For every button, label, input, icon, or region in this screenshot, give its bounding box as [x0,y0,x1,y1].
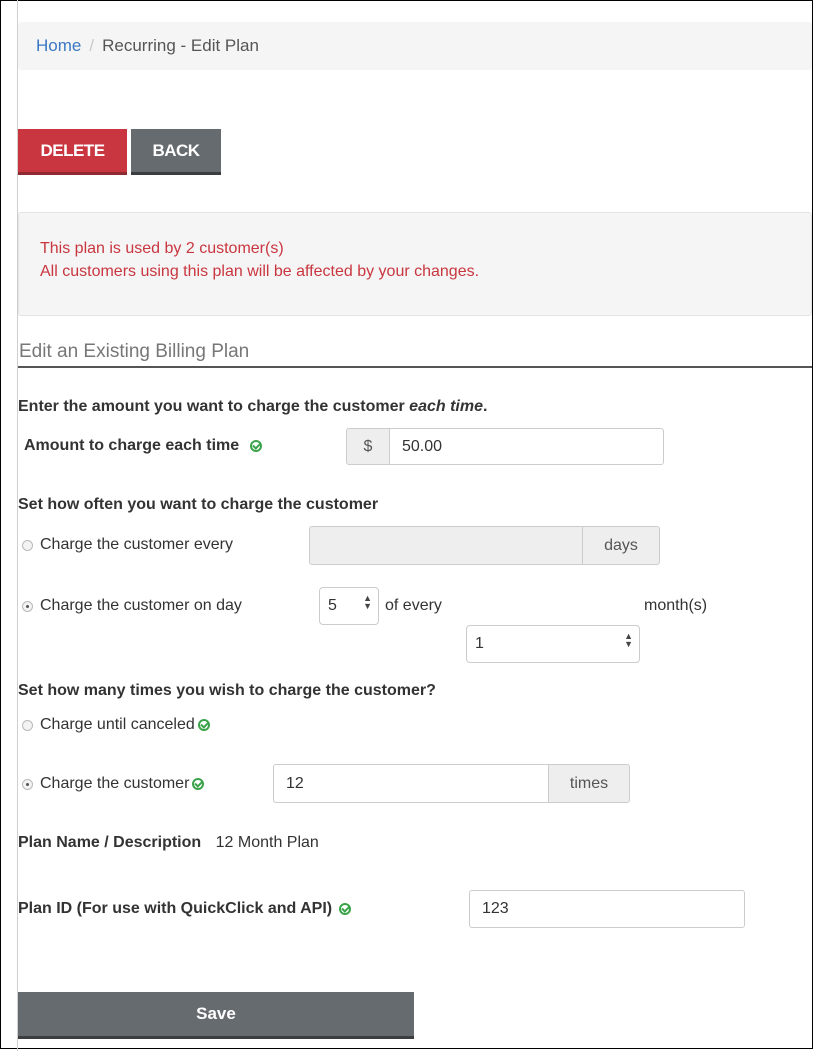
frequency-option-days[interactable]: Charge the customer every [22,536,233,554]
days-unit-addon: days [582,526,660,565]
plan-id-label: Plan ID (For use with QuickClick and API… [18,900,333,917]
until-canceled-radio[interactable] [22,719,33,731]
frequency-heading: Set how often you want to charge the cus… [18,496,379,513]
select-arrows-icon: ▲ ▼ [363,593,372,611]
day-of-month-select[interactable]: 5 ▲ ▼ [319,587,379,625]
valid-check-icon [249,439,262,452]
alert-line-usage: This plan is used by 2 customer(s) [40,240,284,257]
breadcrumb: Home / Recurring - Edit Plan [18,22,812,70]
frequency-monthly-label: Charge the customer on day [40,597,242,614]
monthly-middle-label: of every [385,597,442,614]
plan-name-row: Plan Name / Description 12 Month Plan [18,834,319,852]
amount-input[interactable]: 50.00 [389,428,664,465]
day-of-month-value: 5 [328,597,337,614]
back-button[interactable]: BACK [131,129,221,175]
days-interval-input[interactable] [309,526,583,565]
save-button[interactable]: Save [18,992,414,1039]
month-interval-select[interactable]: 1 ▲ ▼ [466,625,640,663]
times-heading: Set how many times you wish to charge th… [18,682,436,699]
charge-count-label: Charge the customer [40,775,190,792]
monthly-unit-label: month(s) [644,597,708,614]
plan-name-label: Plan Name / Description [18,834,202,851]
frequency-days-label: Charge the customer every [40,536,233,553]
amount-heading-prefix: Enter the amount you want to charge the … [18,398,410,415]
amount-label-text: Amount to charge each time [24,437,240,454]
breadcrumb-separator: / [89,36,95,55]
times-unit-addon: times [548,764,630,803]
frequency-monthly-radio[interactable] [22,600,33,612]
frequency-option-monthly[interactable]: Charge the customer on day [22,597,242,615]
times-option-until-canceled[interactable]: Charge until canceled [22,716,210,734]
charge-count-input[interactable]: 12 [273,764,549,803]
plan-id-label-row: Plan ID (For use with QuickClick and API… [18,900,352,918]
currency-addon: $ [346,428,390,465]
delete-button[interactable]: DELETE [18,129,127,175]
valid-check-icon [339,903,352,915]
breadcrumb-current: Recurring - Edit Plan [102,36,259,55]
amount-heading-emphasis: each time [409,398,483,415]
alert-line-warning: All customers using this plan will be af… [40,263,480,280]
amount-heading: Enter the amount you want to charge the … [18,398,487,416]
valid-check-icon [197,719,210,731]
amount-label: Amount to charge each time [24,437,262,455]
valid-check-icon [192,778,205,790]
until-canceled-label: Charge until canceled [40,716,195,733]
times-option-count[interactable]: Charge the customer [22,775,205,793]
plan-usage-alert: This plan is used by 2 customer(s) All c… [18,212,812,316]
select-arrows-icon: ▲ ▼ [624,631,633,649]
month-interval-value: 1 [475,635,484,652]
form-title: Edit an Existing Billing Plan [18,341,812,368]
plan-id-input[interactable]: 123 [469,890,745,928]
charge-count-radio[interactable] [22,778,33,790]
amount-heading-suffix: . [482,398,488,415]
breadcrumb-home-link[interactable]: Home [36,36,81,56]
plan-name-value: 12 Month Plan [215,834,319,851]
frequency-days-radio[interactable] [22,539,33,551]
